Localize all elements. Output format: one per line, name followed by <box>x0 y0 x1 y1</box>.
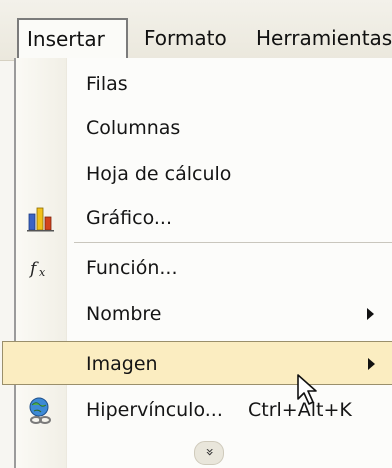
menu-bar: Insertar Formato Herramientas <box>0 0 392 61</box>
menu-insertar[interactable]: Insertar <box>17 18 128 58</box>
submenu-arrow-icon <box>367 308 374 320</box>
menu-item-funcion-label: Función... <box>86 257 178 279</box>
menu-insertar-label: Insertar <box>27 27 105 51</box>
menu-item-grafico[interactable]: Gráfico... <box>16 196 392 240</box>
menu-item-columnas[interactable]: Columnas <box>16 106 392 150</box>
menu-formato-label: Formato <box>144 26 227 50</box>
menu-item-filas-label: Filas <box>86 73 128 95</box>
menu-separator <box>74 242 392 243</box>
menu-item-imagen[interactable]: Imagen <box>2 341 392 385</box>
menu-item-columnas-label: Columnas <box>86 117 181 139</box>
menu-item-hipervinculo-label: Hipervínculo... <box>86 399 223 421</box>
function-fx-icon: f x <box>26 254 56 282</box>
menu-formato[interactable]: Formato <box>136 18 235 58</box>
menu-item-filas[interactable]: Filas <box>16 62 392 106</box>
menu-herramientas-label: Herramientas <box>256 26 392 50</box>
menu-item-hipervinculo[interactable]: Hipervínculo... Ctrl+Alt+K <box>16 388 392 432</box>
expand-menu-button[interactable]: » <box>194 441 224 465</box>
bar-chart-icon <box>26 204 56 232</box>
menu-item-nombre[interactable]: Nombre <box>16 292 392 336</box>
menu-item-funcion[interactable]: f x Función... <box>16 246 392 290</box>
svg-text:f: f <box>28 259 39 279</box>
menu-item-grafico-label: Gráfico... <box>86 207 173 229</box>
menu-item-hoja-de-calculo[interactable]: Hoja de cálculo <box>16 152 392 196</box>
menu-item-hoja-label: Hoja de cálculo <box>86 163 232 185</box>
svg-text:x: x <box>39 266 46 279</box>
menu-herramientas[interactable]: Herramientas <box>248 18 392 58</box>
insertar-dropdown-menu: Filas Columnas Hoja de cálculo Gráfico..… <box>2 58 392 468</box>
mouse-cursor-icon <box>297 374 317 405</box>
globe-link-icon <box>26 396 56 424</box>
menu-item-imagen-label: Imagen <box>86 353 158 375</box>
menu-item-nombre-label: Nombre <box>86 303 162 325</box>
submenu-arrow-icon <box>368 358 375 370</box>
chevron-double-down-icon: » <box>200 447 217 457</box>
